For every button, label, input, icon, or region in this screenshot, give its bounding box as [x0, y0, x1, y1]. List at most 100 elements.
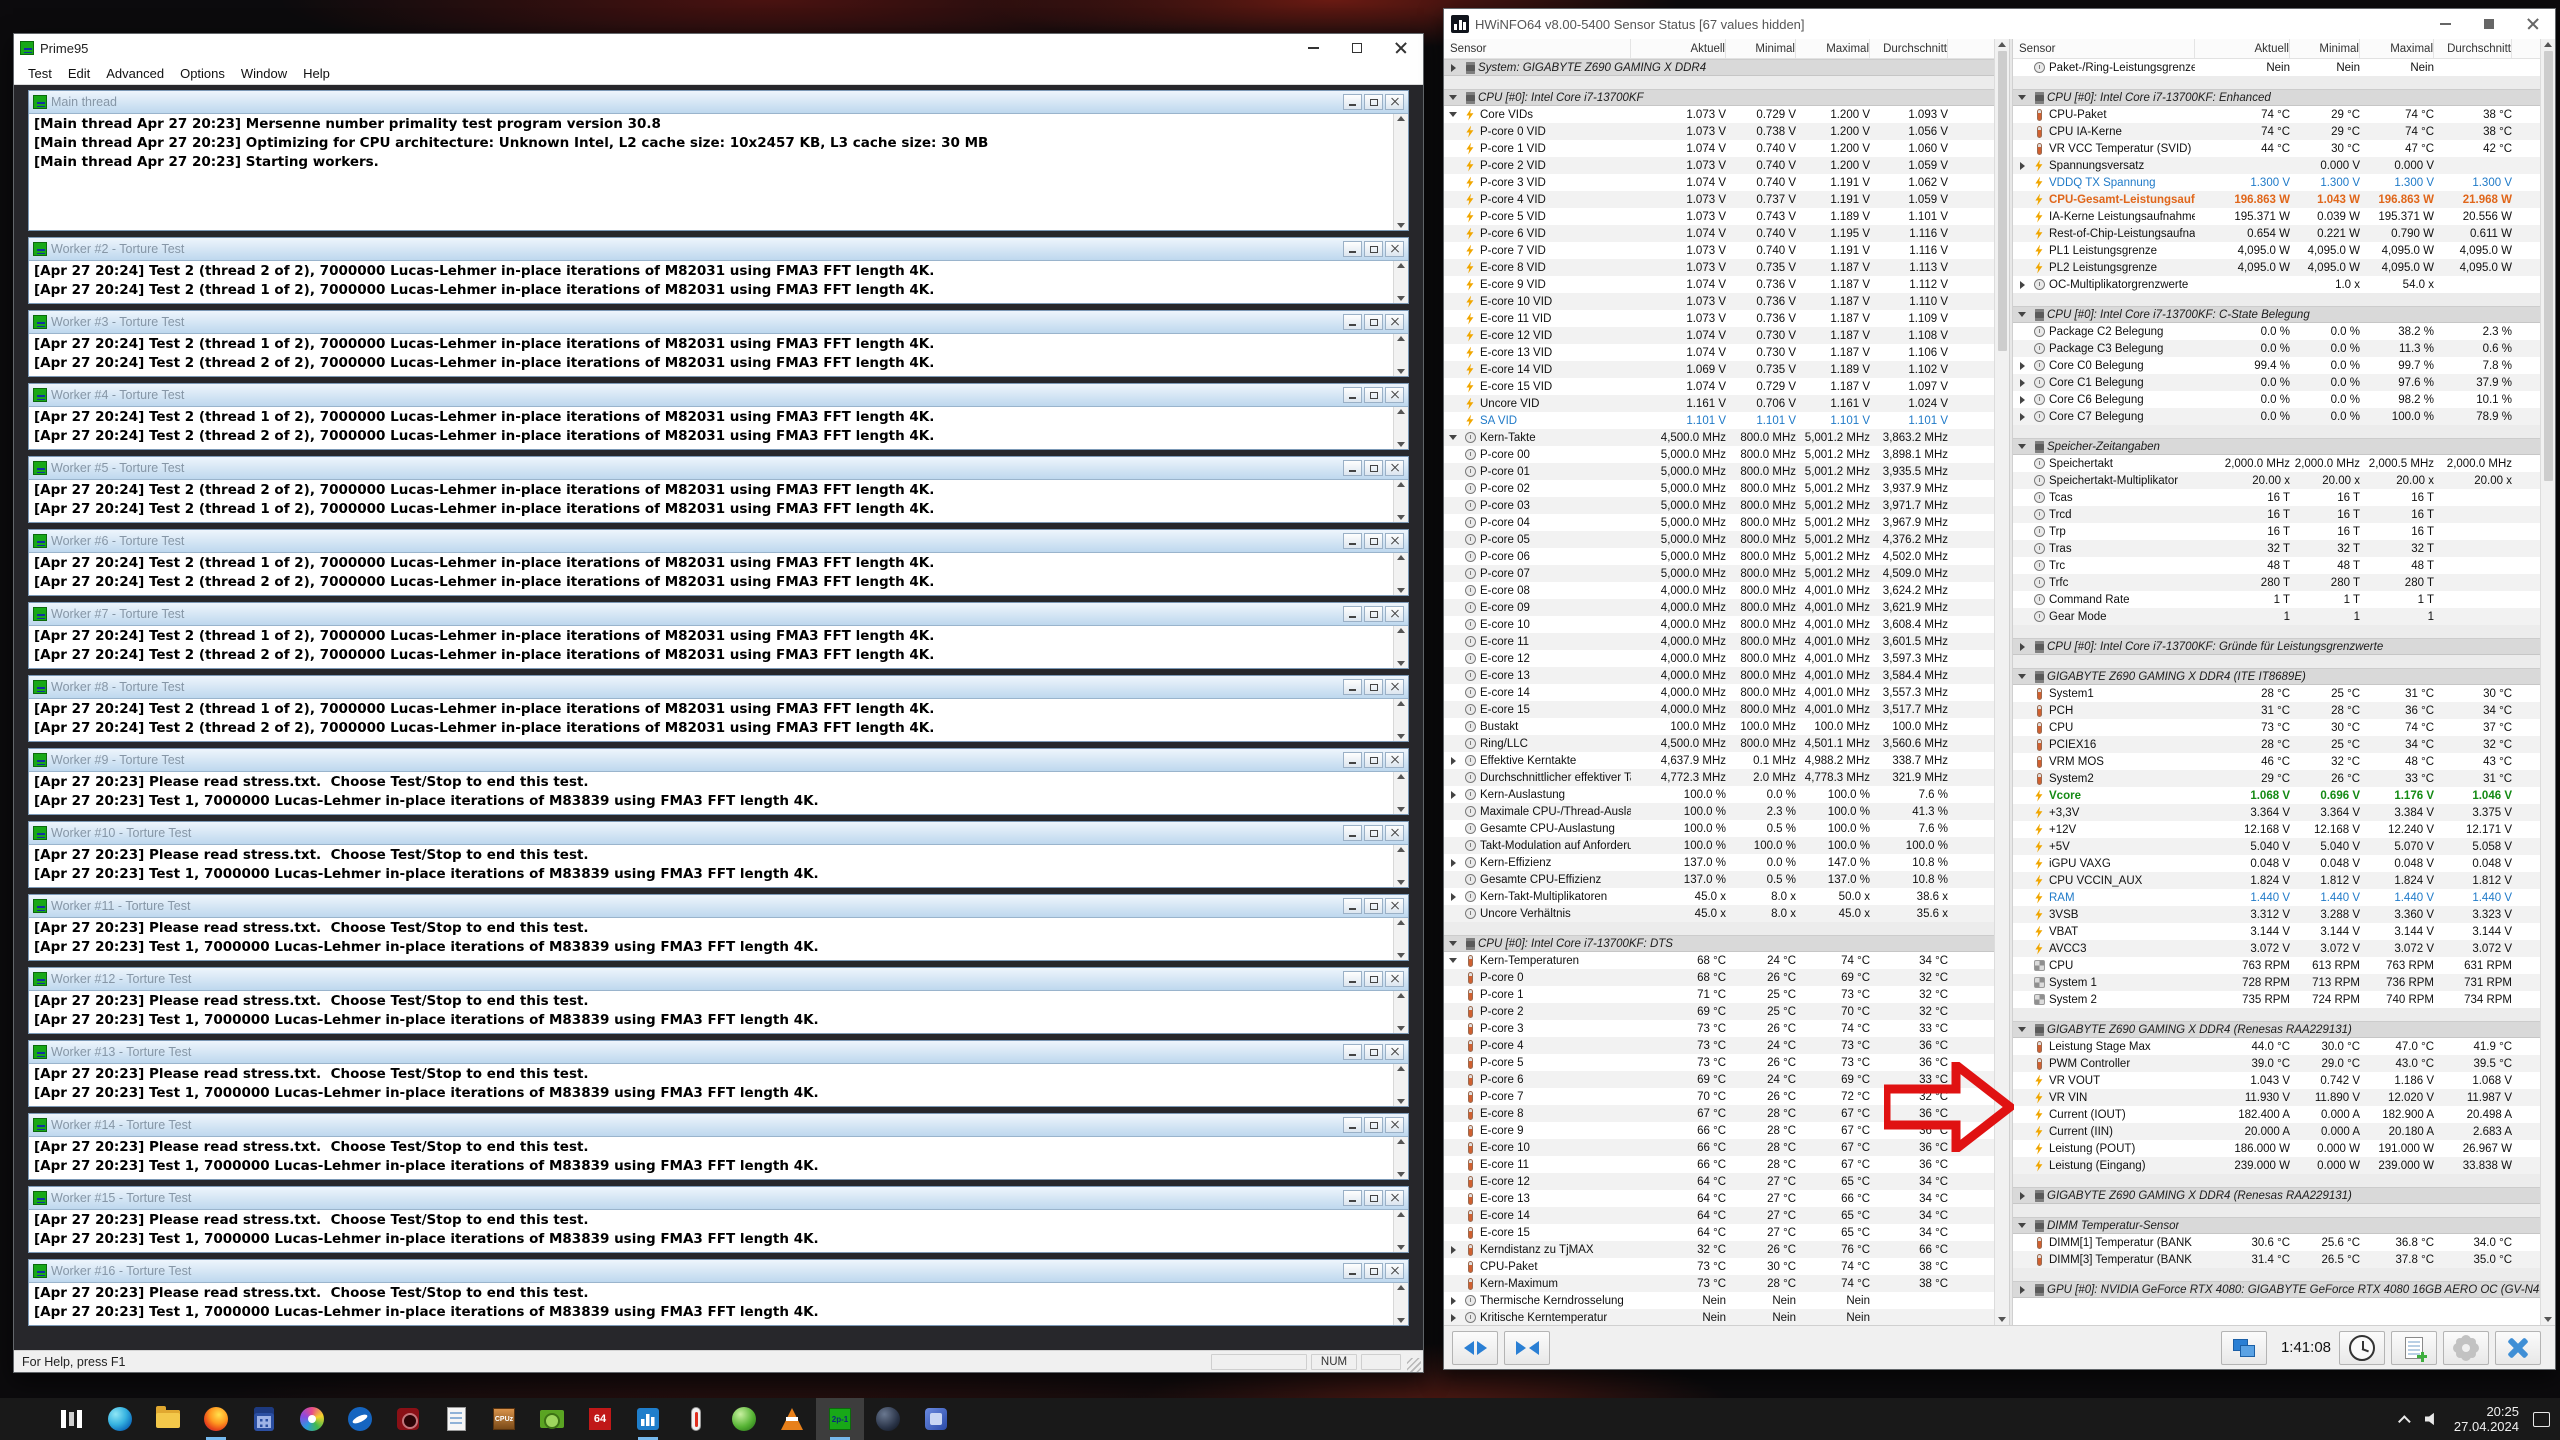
worker-window-14-minimize-button[interactable]: [1343, 1117, 1362, 1133]
logging-button[interactable]: [2391, 1331, 2437, 1365]
maximize-button[interactable]: [1335, 34, 1379, 62]
prime95-titlebar[interactable]: Prime95: [14, 34, 1423, 62]
main-thread-window-restore-button[interactable]: [1364, 94, 1383, 110]
worker-window-2-restore-button[interactable]: [1364, 241, 1383, 257]
settings-button[interactable]: [2443, 1331, 2489, 1365]
sensor-section-header[interactable]: GIGABYTE Z690 GAMING X DDR4 (ITE IT8689E…: [2013, 668, 2540, 685]
worker-window-3-restore-button[interactable]: [1364, 314, 1383, 330]
sensor-row[interactable]: PWM Controller39.0 °C29.0 °C43.0 °C39.5 …: [2013, 1055, 2540, 1072]
sensor-row[interactable]: Gesamte CPU-Auslastung100.0 %0.5 %100.0 …: [1444, 820, 1994, 837]
worker-window-15-close-button[interactable]: [1385, 1190, 1404, 1206]
worker-window-12-titlebar[interactable]: Worker #12 - Torture Test: [29, 968, 1408, 991]
sensor-row[interactable]: Effektive Kerntakte4,637.9 MHz0.1 MHz4,9…: [1444, 752, 1994, 769]
sensor-row[interactable]: Trc48 T48 T48 T: [2013, 557, 2540, 574]
sensor-row[interactable]: CPU-Paket74 °C29 °C74 °C38 °C: [2013, 106, 2540, 123]
chevron-right-icon[interactable]: [2013, 1192, 2031, 1200]
sensor-row[interactable]: Kern-Maximum73 °C28 °C74 °C38 °C: [1444, 1275, 1994, 1292]
worker-window-5-titlebar[interactable]: Worker #5 - Torture Test: [29, 457, 1408, 480]
worker-window-5-minimize-button[interactable]: [1343, 460, 1362, 476]
worker-window-7-restore-button[interactable]: [1364, 606, 1383, 622]
hidden-icons-chevron[interactable]: [2398, 1415, 2411, 1428]
worker-window-13-close-button[interactable]: [1385, 1044, 1404, 1060]
sensor-row[interactable]: E-core 15 VID1.074 V0.729 V1.187 V1.097 …: [1444, 378, 1994, 395]
sensor-row[interactable]: VDDQ TX Spannung1.300 V1.300 V1.300 V1.3…: [2013, 174, 2540, 191]
worker-window-8-minimize-button[interactable]: [1343, 679, 1362, 695]
sensor-row[interactable]: Maximale CPU-/Thread-Auslastung100.0 %2.…: [1444, 803, 1994, 820]
taskbar-core-temp[interactable]: [672, 1398, 720, 1440]
worker-window-11-close-button[interactable]: [1385, 898, 1404, 914]
chevron-down-icon[interactable]: [2013, 1223, 2031, 1228]
worker-window-7-minimize-button[interactable]: [1343, 606, 1362, 622]
worker-window-10-minimize-button[interactable]: [1343, 825, 1362, 841]
sensor-row[interactable]: E-core 10 VID1.073 V0.736 V1.187 V1.110 …: [1444, 293, 1994, 310]
sensor-row[interactable]: AVCC33.072 V3.072 V3.072 V3.072 V: [2013, 940, 2540, 957]
worker-window-13-scrollbar[interactable]: [1393, 1064, 1408, 1106]
worker-window-7-close-button[interactable]: [1385, 606, 1404, 622]
sensor-row[interactable]: IA-Kerne Leistungsaufnahme195.371 W0.039…: [2013, 208, 2540, 225]
sensor-row[interactable]: Package C3 Belegung0.0 %0.0 %11.3 %0.6 %: [2013, 340, 2540, 357]
sensor-row[interactable]: Trfc280 T280 T280 T: [2013, 574, 2540, 591]
menu-item-advanced[interactable]: Advanced: [98, 64, 172, 83]
sensor-row[interactable]: PCIEX1628 °C25 °C34 °C32 °C: [2013, 736, 2540, 753]
taskbar-calculator[interactable]: [240, 1398, 288, 1440]
chevron-down-icon[interactable]: [2013, 444, 2031, 449]
sensor-section-header[interactable]: CPU [#0]: Intel Core i7-13700KF: [1444, 89, 1994, 106]
sensor-row[interactable]: VR VIN11.930 V11.890 V12.020 V11.987 V: [2013, 1089, 2540, 1106]
sensor-row[interactable]: Gear Mode111: [2013, 608, 2540, 625]
sensor-row[interactable]: PL1 Leistungsgrenze4,095.0 W4,095.0 W4,0…: [2013, 242, 2540, 259]
taskbar-aida64[interactable]: 64: [576, 1398, 624, 1440]
collapse-columns-button[interactable]: [1504, 1331, 1550, 1365]
sensor-row[interactable]: P-core 6 VID1.074 V0.740 V1.195 V1.116 V: [1444, 225, 1994, 242]
sensor-row[interactable]: E-core 9 VID1.074 V0.736 V1.187 V1.112 V: [1444, 276, 1994, 293]
chevron-right-icon[interactable]: [2013, 162, 2031, 170]
worker-window-11-minimize-button[interactable]: [1343, 898, 1362, 914]
sensor-row[interactable]: E-core 14 VID1.069 V0.735 V1.189 V1.102 …: [1444, 361, 1994, 378]
sensor-row[interactable]: Uncore VID1.161 V0.706 V1.161 V1.024 V: [1444, 395, 1994, 412]
menu-item-edit[interactable]: Edit: [60, 64, 98, 83]
taskbar-paint[interactable]: [288, 1398, 336, 1440]
sensor-row[interactable]: Current (IOUT)182.400 A0.000 A182.900 A2…: [2013, 1106, 2540, 1123]
sensor-row[interactable]: Core C7 Belegung0.0 %0.0 %100.0 %78.9 %: [2013, 408, 2540, 425]
worker-window-9-close-button[interactable]: [1385, 752, 1404, 768]
worker-window-12-minimize-button[interactable]: [1343, 971, 1362, 987]
worker-window-2-scrollbar[interactable]: [1393, 261, 1408, 303]
worker-window-10-scrollbar[interactable]: [1393, 845, 1408, 887]
remote-sensor-button[interactable]: [2221, 1331, 2267, 1365]
sensor-row[interactable]: Speichertakt2,000.0 MHz2,000.0 MHz2,000.…: [2013, 455, 2540, 472]
chevron-right-icon[interactable]: [1444, 64, 1462, 72]
chevron-right-icon[interactable]: [2013, 396, 2031, 404]
sensor-row[interactable]: Kern-Effizienz137.0 %0.0 %147.0 %10.8 %: [1444, 854, 1994, 871]
sensor-row[interactable]: System 1728 RPM713 RPM736 RPM731 RPM: [2013, 974, 2540, 991]
worker-window-3-scrollbar[interactable]: [1393, 334, 1408, 376]
worker-window-5-scrollbar[interactable]: [1393, 480, 1408, 522]
tray-clock[interactable]: 20:25 27.04.2024: [2454, 1404, 2519, 1434]
sensor-row[interactable]: VRM MOS46 °C32 °C48 °C43 °C: [2013, 753, 2540, 770]
sensor-row[interactable]: VR VOUT1.043 V0.742 V1.186 V1.068 V: [2013, 1072, 2540, 1089]
minimize-button[interactable]: [2423, 9, 2467, 39]
worker-window-5-close-button[interactable]: [1385, 460, 1404, 476]
worker-window-9-restore-button[interactable]: [1364, 752, 1383, 768]
taskbar-firefox[interactable]: [192, 1398, 240, 1440]
sensor-row[interactable]: Leistung Stage Max44.0 °C30.0 °C47.0 °C4…: [2013, 1038, 2540, 1055]
worker-window-16-scrollbar[interactable]: [1393, 1283, 1408, 1325]
worker-window-5-restore-button[interactable]: [1364, 460, 1383, 476]
taskbar-hwinfo[interactable]: [624, 1398, 672, 1440]
sensor-row[interactable]: Tras32 T32 T32 T: [2013, 540, 2540, 557]
worker-window-4-minimize-button[interactable]: [1343, 387, 1362, 403]
sensor-row[interactable]: E-core 1166 °C28 °C67 °C36 °C: [1444, 1156, 1994, 1173]
taskbar-cinebench[interactable]: [864, 1398, 912, 1440]
sensor-row[interactable]: E-core 11 VID1.073 V0.736 V1.187 V1.109 …: [1444, 310, 1994, 327]
sensor-section-header[interactable]: System: GIGABYTE Z690 GAMING X DDR4: [1444, 59, 1994, 76]
sensor-row[interactable]: E-core 1364 °C27 °C66 °C34 °C: [1444, 1190, 1994, 1207]
sensor-section-header[interactable]: CPU [#0]: Intel Core i7-13700KF: DTS: [1444, 935, 1994, 952]
sensor-row[interactable]: E-core 1464 °C27 °C65 °C34 °C: [1444, 1207, 1994, 1224]
worker-window-6-scrollbar[interactable]: [1393, 553, 1408, 595]
sensor-row[interactable]: Core C6 Belegung0.0 %0.0 %98.2 %10.1 %: [2013, 391, 2540, 408]
worker-window-7-titlebar[interactable]: Worker #7 - Torture Test: [29, 603, 1408, 626]
sensor-row[interactable]: P-core 075,000.0 MHz800.0 MHz5,001.2 MHz…: [1444, 565, 1994, 582]
sensor-row[interactable]: Ring/LLC4,500.0 MHz800.0 MHz4,501.1 MHz3…: [1444, 735, 1994, 752]
taskbar-camera-app[interactable]: [384, 1398, 432, 1440]
main-thread-window-titlebar[interactable]: Main thread: [29, 91, 1408, 114]
sensor-section-header[interactable]: CPU [#0]: Intel Core i7-13700KF: C-State…: [2013, 306, 2540, 323]
worker-window-6-restore-button[interactable]: [1364, 533, 1383, 549]
